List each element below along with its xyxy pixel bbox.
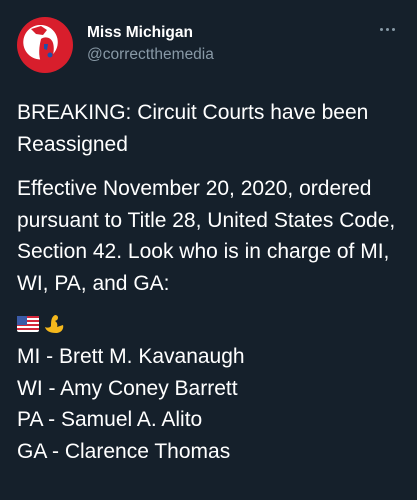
assignment-line: GA - Clarence Thomas bbox=[17, 439, 231, 463]
emoji-row bbox=[17, 309, 407, 339]
flexed-biceps-icon bbox=[45, 315, 64, 333]
us-flag-icon bbox=[17, 316, 39, 332]
avatar[interactable] bbox=[17, 17, 73, 73]
tweet-header: Miss Michigan @correctthemedia bbox=[17, 17, 400, 75]
display-name[interactable]: Miss Michigan bbox=[87, 23, 214, 43]
tweet-paragraph-order: Effective November 20, 2020, ordered pur… bbox=[17, 177, 396, 295]
michigan-map-icon bbox=[31, 26, 54, 64]
assignment-line: PA - Samuel A. Alito bbox=[17, 408, 203, 431]
assignment-list: MI - Brett M. Kavanaugh WI - Amy Coney B… bbox=[17, 341, 407, 467]
author-names: Miss Michigan @correctthemedia bbox=[87, 23, 214, 65]
assignment-line: MI - Brett M. Kavanaugh bbox=[17, 345, 245, 368]
more-options-icon[interactable] bbox=[376, 23, 400, 37]
assignment-line: WI - Amy Coney Barrett bbox=[17, 376, 238, 400]
user-handle[interactable]: @correctthemedia bbox=[87, 45, 214, 65]
tweet-text: BREAKING: Circuit Courts have been Reass… bbox=[17, 97, 407, 467]
tweet-paragraph-breaking: BREAKING: Circuit Courts have been Reass… bbox=[17, 101, 369, 156]
tweet: Miss Michigan @correctthemedia BREAKING:… bbox=[0, 0, 417, 500]
